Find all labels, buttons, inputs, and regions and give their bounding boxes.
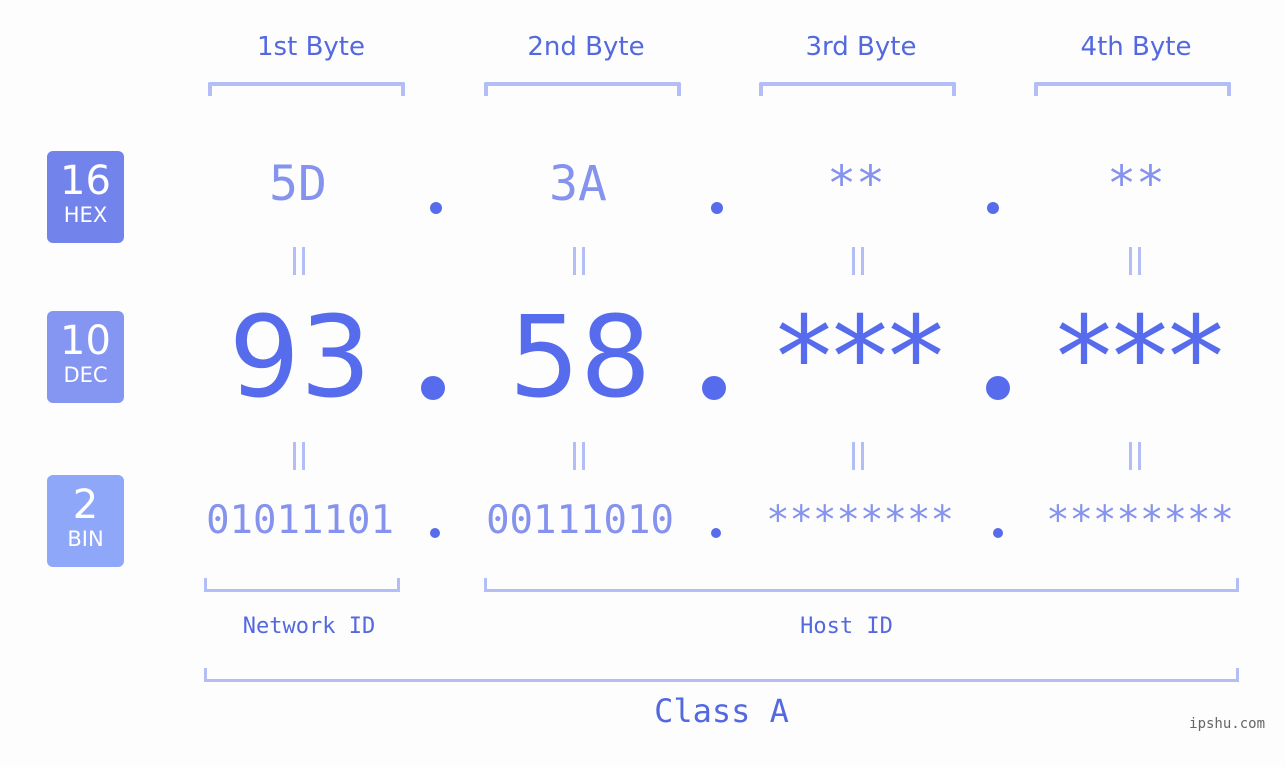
equals-icon: [1126, 247, 1146, 275]
byte-label-1: 1st Byte: [257, 32, 365, 62]
dec-value-3: ***: [776, 293, 944, 423]
equals-icon: [570, 247, 590, 275]
host-id-bracket: [484, 578, 1239, 592]
host-id-label: Host ID: [800, 614, 893, 639]
byte-bracket-3: [759, 82, 956, 96]
bin-separator-dot: [711, 528, 721, 538]
bin-value-2: 00111010: [486, 498, 674, 543]
dec-value-1: 93: [228, 293, 372, 423]
hex-base-label: HEX: [63, 203, 108, 227]
dec-separator-dot: [702, 376, 726, 400]
hex-value-1: 5D: [269, 156, 327, 212]
bin-separator-dot: [993, 528, 1003, 538]
bin-base-number: 2: [72, 482, 99, 528]
dec-base-label: DEC: [63, 363, 108, 387]
bin-badge: 2 BIN: [47, 475, 124, 567]
dec-value-2: 58: [508, 293, 652, 423]
byte-label-4: 4th Byte: [1080, 32, 1192, 62]
dec-badge: 10 DEC: [47, 311, 124, 403]
byte-bracket-1: [208, 82, 405, 96]
hex-separator-dot: [987, 202, 999, 214]
equals-icon: [290, 247, 310, 275]
network-id-label: Network ID: [242, 614, 376, 639]
bin-value-3: ********: [766, 498, 954, 543]
byte-label-2: 2nd Byte: [527, 32, 645, 62]
bin-base-label: BIN: [67, 527, 104, 551]
equals-icon: [290, 442, 310, 470]
byte-label-3: 3rd Byte: [805, 32, 917, 62]
bin-value-1: 01011101: [206, 498, 394, 543]
equals-icon: [849, 247, 869, 275]
watermark: ipshu.com: [1189, 716, 1265, 732]
byte-bracket-2: [484, 82, 681, 96]
hex-separator-dot: [711, 202, 723, 214]
hex-separator-dot: [430, 202, 442, 214]
class-bracket: [204, 668, 1239, 682]
dec-value-4: ***: [1056, 293, 1224, 423]
equals-icon: [570, 442, 590, 470]
bin-separator-dot: [430, 528, 440, 538]
dec-separator-dot: [986, 376, 1010, 400]
hex-value-2: 3A: [549, 156, 607, 212]
byte-bracket-4: [1034, 82, 1231, 96]
equals-icon: [1126, 442, 1146, 470]
dec-separator-dot: [421, 376, 445, 400]
class-label: Class A: [654, 692, 789, 730]
equals-icon: [849, 442, 869, 470]
network-id-bracket: [204, 578, 400, 592]
hex-value-3: **: [827, 156, 885, 212]
hex-badge: 16 HEX: [47, 151, 124, 243]
bin-value-4: ********: [1046, 498, 1234, 543]
hex-base-number: 16: [60, 158, 111, 204]
hex-value-4: **: [1107, 156, 1165, 212]
dec-base-number: 10: [60, 318, 111, 364]
